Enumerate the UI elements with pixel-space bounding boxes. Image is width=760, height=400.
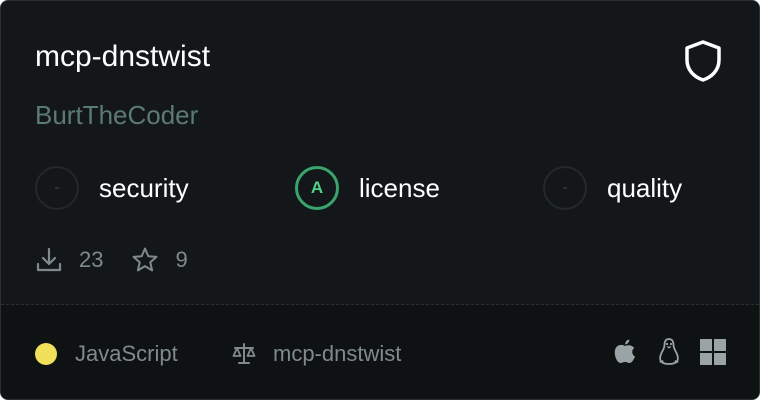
language-label: JavaScript [75,341,178,366]
license-label: license [359,172,440,203]
quality-metric: - quality [543,164,682,212]
language-tag: JavaScript [35,341,178,367]
downloads-stat: 23 [35,246,103,274]
windows-icon [700,339,726,365]
license-grade: A [295,166,339,210]
quality-grade: - [543,166,587,210]
security-grade: - [35,166,79,210]
quality-label: quality [607,172,683,203]
linux-icon [659,338,679,365]
platform-list [611,337,727,367]
shield-icon [685,40,721,82]
server-name[interactable]: mcp-dnstwist [35,39,210,75]
security-metric: - security [35,164,189,212]
stars-count: 9 [175,247,188,272]
downloads-count: 23 [79,247,104,272]
license-name: mcp-dnstwist [273,341,402,366]
stars-stat: 9 [131,246,188,274]
scale-icon [232,343,256,364]
server-card[interactable]: mcp-dnstwist BurtTheCoder - security A l… [0,0,760,400]
language-color-dot [35,343,57,365]
star-icon [132,247,158,272]
stats-row: 23 9 [35,243,216,277]
license-metric: A license [295,164,440,212]
download-icon [36,247,62,272]
license-tag: mcp-dnstwist [231,341,401,367]
apple-icon [614,339,635,363]
card-footer: JavaScript mcp-dnstwist [1,305,759,399]
security-label: security [99,172,189,203]
server-author[interactable]: BurtTheCoder [35,99,198,131]
